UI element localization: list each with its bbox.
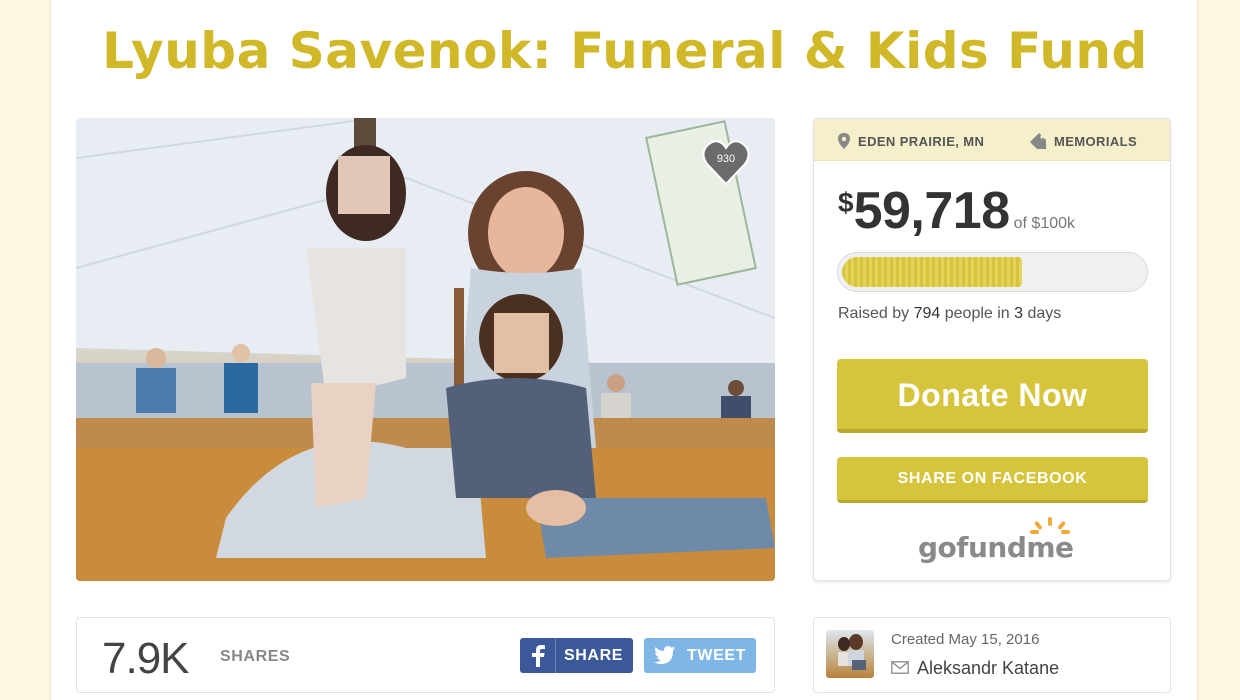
facebook-share-label: SHARE <box>564 647 624 664</box>
amount-raised: $59,718 of $100k <box>838 181 1075 241</box>
location-link[interactable]: EDEN PRAIRIE, MN <box>838 133 984 152</box>
logo-text: gofundme <box>918 531 1074 564</box>
stats-prefix: Raised by <box>838 305 914 322</box>
stats-days: 3 <box>1014 305 1024 322</box>
organizer-name: Aleksandr Katane <box>917 658 1060 678</box>
created-date: Created May 15, 2016 <box>891 631 1040 648</box>
facebook-share-button[interactable]: SHARE <box>520 638 633 673</box>
raised-amount: 59,718 <box>853 182 1011 240</box>
progress-bar <box>837 252 1148 292</box>
campaign-page: Lyuba Savenok: Funeral & Kids Fund 930 E… <box>50 0 1198 700</box>
heart-count: 930 <box>716 153 736 165</box>
location-pin-icon <box>838 133 850 152</box>
shares-label: SHARES <box>220 648 291 665</box>
donate-now-button[interactable]: Donate Now <box>837 359 1148 433</box>
card-header: EDEN PRAIRIE, MN MEMORIALS <box>814 119 1170 161</box>
location-label: EDEN PRAIRIE, MN <box>858 133 985 149</box>
campaign-photo[interactable]: 930 <box>76 118 775 581</box>
organizer-contact[interactable]: Aleksandr Katane <box>891 658 1059 680</box>
stats-people: 794 <box>913 305 941 322</box>
progress-fill <box>842 257 1022 287</box>
button-divider <box>555 638 556 673</box>
shares-bar: 7.9K SHARES SHARE TWEET <box>76 617 775 693</box>
raised-stats: Raised by 794 people in 3 days <box>838 305 1061 323</box>
share-on-facebook-button[interactable]: SHARE ON FACEBOOK <box>837 457 1148 503</box>
category-label: MEMORIALS <box>1054 133 1138 149</box>
goal-text: of $100k <box>1013 215 1076 232</box>
campaign-photo-art <box>76 118 775 581</box>
currency-symbol: $ <box>838 187 854 218</box>
twitter-icon <box>654 645 676 670</box>
envelope-icon <box>891 658 909 679</box>
tag-icon <box>1030 133 1046 152</box>
page-title: Lyuba Savenok: Funeral & Kids Fund <box>102 22 1148 80</box>
favorite-button[interactable]: 930 <box>701 138 751 188</box>
organizer-box: Created May 15, 2016 Aleksandr Katane <box>813 617 1171 693</box>
gofundme-logo[interactable]: gofundme <box>918 517 1078 567</box>
category-link[interactable]: MEMORIALS <box>1030 133 1137 152</box>
avatar[interactable] <box>826 630 874 678</box>
tweet-label: TWEET <box>687 647 746 664</box>
stats-middle: people in <box>940 305 1015 322</box>
stats-suffix: days <box>1023 305 1062 322</box>
tweet-button[interactable]: TWEET <box>644 638 756 673</box>
donation-card: EDEN PRAIRIE, MN MEMORIALS $59,718 of $10… <box>813 118 1171 581</box>
shares-count: 7.9K <box>102 634 190 683</box>
facebook-icon <box>530 645 546 672</box>
